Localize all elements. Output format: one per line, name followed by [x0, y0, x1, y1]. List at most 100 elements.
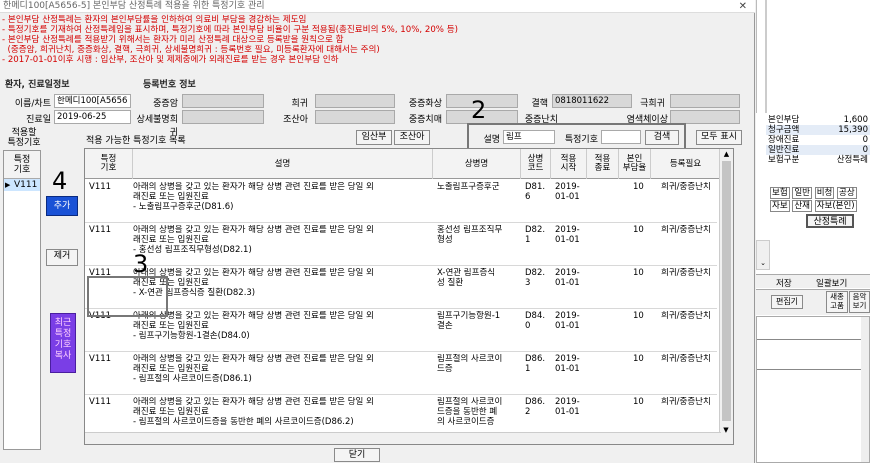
chevron-down-icon[interactable]: ⌄ [756, 240, 770, 270]
summary-row: 본인부담 1,600 [766, 115, 870, 125]
music-view-button[interactable]: 음악 보기 [849, 291, 870, 313]
reg-field[interactable] [315, 94, 395, 108]
table-cell-desc: 아래의 상병을 갖고 있는 환자가 해당 상병 관련 진료를 받은 당일 외 래… [133, 311, 374, 341]
scroll-down-icon[interactable]: ▼ [720, 426, 732, 434]
applied-code-item: V111 [14, 180, 38, 190]
table-row[interactable]: V111 아래의 상병을 갖고 있는 환자가 해당 상병 관련 진료를 받은 당일… [85, 309, 717, 352]
side-scrollbar[interactable] [861, 317, 869, 462]
table-row[interactable]: V111 아래의 상병을 갖고 있는 환자가 해당 상병 관련 진료를 받은 당일… [85, 352, 717, 395]
editor-toolbar: 편집기 새종 고품 음악 보기 [756, 289, 870, 315]
table-row[interactable]: V111 아래의 상병을 갖고 있는 환자가 해당 상병 관련 진료를 받은 당일… [85, 180, 717, 223]
tab-insurance[interactable]: 보험 [770, 187, 790, 199]
column-header: 특정 기호 [85, 149, 133, 179]
annotation-number: 4 [52, 167, 68, 195]
batch-view-label[interactable]: 일괄보기 [816, 277, 847, 289]
tab-public[interactable]: 공상 [837, 187, 857, 199]
reg-label: 희귀 [291, 99, 308, 109]
remove-button[interactable]: 제거 [46, 249, 78, 266]
new-template-button[interactable]: 새종 고품 [826, 291, 848, 313]
table-cell-reg: 희귀/중증난치 [661, 182, 711, 192]
dialog-titlebar: 한메디100[A5656-5] 본인부담 산정특례 적용을 위한 특정기호 관리… [0, 0, 755, 13]
summary-label: 보험구분 [768, 155, 800, 165]
summary-value: 0 [862, 145, 868, 155]
pregnant-button[interactable]: 임산부 [356, 130, 392, 145]
tab-general[interactable]: 일반 [792, 187, 812, 199]
insurance-tabs: 보험 일반 비청 공상 [770, 186, 870, 199]
reg-field[interactable] [315, 110, 395, 124]
reg-field[interactable] [670, 110, 740, 124]
table-cell-start: 2019- 01-01 [555, 311, 580, 331]
note-line: - 본인부담 산정특례를 적용받기 위해서는 환자가 미리 산정특례 대상으로 … [2, 35, 344, 45]
annotation-number: 2 [471, 96, 487, 124]
special-case-button[interactable]: 산정특례 [806, 214, 854, 228]
copy-recent-code-button[interactable]: 최근 특정 기호 복사 [50, 313, 76, 373]
visit-date-field[interactable]: 2019-06-25 [54, 110, 131, 124]
reg-field[interactable] [182, 110, 264, 124]
table-row[interactable]: V111 아래의 상병을 갖고 있는 환자가 해당 상병 관련 진료를 받은 당일… [85, 266, 717, 309]
table-cell-code: V111 [89, 354, 112, 364]
column-header: 상병 코드 [521, 149, 551, 179]
column-header: 적용 종료 [587, 149, 619, 179]
summary-label: 본인부담 [768, 115, 800, 125]
column-header: 본인 부담율 [619, 149, 651, 179]
tab-auto[interactable]: 자보 [770, 200, 790, 212]
summary-row: 보험구분 산정특례 [766, 155, 870, 165]
table-cell-desc: 아래의 상병을 갖고 있는 환자가 해당 상병 관련 진료를 받은 당일 외 래… [133, 225, 374, 255]
table-cell-start: 2019- 01-01 [555, 225, 580, 245]
table-cell-rate: 10 [633, 397, 644, 407]
scroll-thumb[interactable] [722, 161, 731, 421]
table-cell-start: 2019- 01-01 [555, 268, 580, 288]
table-cell-dcode: D84. 0 [525, 311, 546, 331]
billing-summary: 본인부담 1,600 청구금액 15,390 장애진료 0 일반진료 0 보험구분 산정특례 [766, 113, 870, 183]
tab-noncovered[interactable]: 비청 [814, 187, 835, 199]
notes: - 본인부담 산정특례는 환자의 본인부담률을 인하하여 의료비 부담을 경감하… [2, 15, 742, 65]
summary-row: 일반진료 0 [766, 145, 870, 155]
date-label: 진료일 [26, 115, 51, 125]
list-item[interactable]: ▶ V111 [4, 179, 40, 191]
column-header: 적용 시작 [551, 149, 587, 179]
side-panel: 본인부담 1,600 청구금액 15,390 장애진료 0 일반진료 0 보험구분 산정특례 보험… [756, 0, 870, 463]
add-button[interactable]: 추가 [46, 196, 78, 216]
table-cell-dcode: D86. 1 [525, 354, 546, 374]
close-icon[interactable]: ✕ [739, 0, 747, 13]
tab-industrial[interactable]: 산재 [792, 200, 812, 212]
table-cell-start: 2019- 01-01 [555, 354, 580, 374]
close-button[interactable]: 닫기 [334, 448, 380, 462]
save-label[interactable]: 저장 [776, 277, 792, 289]
side-divider [765, 0, 767, 113]
reg-field[interactable] [670, 94, 740, 108]
reg-label: 중증치매 [408, 115, 442, 125]
reg-field[interactable]: 0818011622 [552, 94, 632, 108]
summary-row: 장애진료 0 [766, 135, 870, 145]
column-header: 등록필요 [651, 149, 721, 179]
tab-auto-self[interactable]: 자보(본인) [814, 200, 857, 212]
reg-label: 조산아 [283, 115, 308, 125]
summary-label: 일반진료 [768, 145, 800, 155]
vertical-scrollbar[interactable]: ▲ ▼ [719, 149, 733, 444]
table-cell-disease: X-연관 림프증식 성 질환 [437, 268, 496, 288]
editor-button[interactable]: 편집기 [771, 295, 803, 309]
table-cell-code: V111 [89, 397, 112, 407]
list-title: 적용 가능한 특정기호 목록 [86, 136, 186, 146]
table-cell-rate: 10 [633, 225, 644, 235]
table-cell-disease: 노출림프구증후군 [437, 182, 500, 192]
summary-value: 1,600 [843, 115, 868, 125]
table-row[interactable]: V111 아래의 상병을 갖고 있는 환자가 해당 상병 관련 진료를 받은 당일… [85, 223, 717, 266]
patient-name-field[interactable]: 한메디100[A5656 [54, 94, 131, 108]
show-all-button[interactable]: 모두 표시 [696, 130, 742, 145]
highlight-box-row [87, 276, 168, 317]
premature-button[interactable]: 조산아 [394, 130, 430, 145]
side-top-area [756, 0, 870, 113]
table-cell-desc: 아래의 상병을 갖고 있는 환자가 해당 상병 관련 진료를 받은 당일 외 래… [133, 182, 374, 212]
horizontal-scrollbar[interactable] [85, 432, 721, 444]
note-line: - 특정기호를 기재하여 산정특례임을 표시하며, 특정기호에 따라 본인부담 … [2, 25, 458, 35]
scroll-up-icon[interactable]: ▲ [720, 149, 733, 159]
table-cell-reg: 희귀/중증난치 [661, 397, 711, 407]
reg-label: 결핵 [531, 99, 548, 109]
table-cell-desc: 아래의 상병을 갖고 있는 환자가 해당 상병 관련 진료를 받은 당일 외 래… [133, 268, 374, 298]
reg-field[interactable] [182, 94, 264, 108]
column-header: 상병명 [433, 149, 521, 179]
divider [757, 339, 865, 340]
table-cell-rate: 10 [633, 268, 644, 278]
reg-label: 극희귀 [640, 99, 665, 109]
